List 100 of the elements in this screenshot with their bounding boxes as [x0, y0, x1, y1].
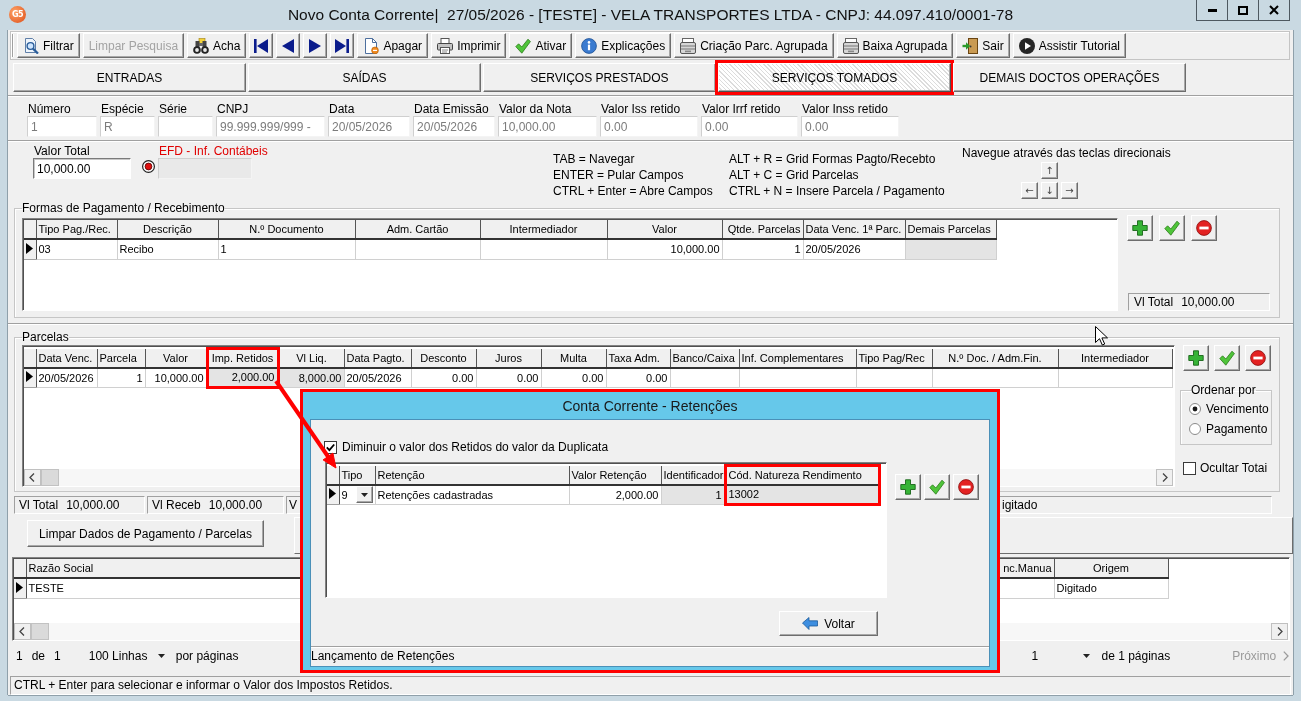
- column-header[interactable]: Valor Retenção: [569, 465, 661, 485]
- column-header[interactable]: Imp. Retidos: [207, 348, 278, 368]
- column-header[interactable]: Razão Social: [28, 562, 94, 574]
- table-cell: 0.00: [411, 367, 476, 388]
- toolbar-button[interactable]: Baixa Agrupada: [836, 33, 954, 58]
- scroll-right-button[interactable]: [1156, 469, 1173, 486]
- nav-button[interactable]: [330, 33, 355, 58]
- scroll-left-button[interactable]: [24, 469, 41, 486]
- arrow-key[interactable]: ↓: [1041, 182, 1058, 199]
- page-size-dropdown[interactable]: 100 Linhas: [88, 648, 165, 663]
- nav-button[interactable]: [249, 33, 274, 58]
- column-header[interactable]: Adm. Cartão: [355, 220, 480, 239]
- table-cell: Recibo: [117, 239, 218, 259]
- column-header[interactable]: Origem: [1054, 559, 1168, 578]
- column-header[interactable]: Valor: [145, 348, 207, 368]
- add-button[interactable]: [1127, 215, 1153, 241]
- column-header[interactable]: N.º Documento: [218, 220, 355, 239]
- add-button[interactable]: [1183, 345, 1209, 371]
- field-label: Valor da Nota: [498, 102, 572, 116]
- dropdown-button[interactable]: [355, 486, 373, 504]
- column-header[interactable]: N.º Doc. / Adm.Fin.: [932, 348, 1058, 368]
- table-cell: 10,000.00: [607, 239, 722, 259]
- column-header[interactable]: Tipo Pag/Rec: [856, 348, 932, 368]
- column-header[interactable]: Data Venc. 1ª Parc.: [803, 220, 905, 239]
- confirm-button[interactable]: [924, 474, 950, 500]
- tab[interactable]: SERVIÇOS TOMADOS: [718, 63, 951, 92]
- page-dropdown[interactable]: 1: [1031, 648, 1091, 663]
- toolbar-button[interactable]: Ativar: [509, 33, 573, 58]
- confirm-button[interactable]: [1159, 215, 1185, 241]
- column-header[interactable]: Intermediador: [1058, 348, 1172, 368]
- arrow-key[interactable]: ↑: [1041, 162, 1058, 179]
- radio-button[interactable]: [1189, 403, 1201, 415]
- close-icon: [1269, 5, 1279, 15]
- table-cell: 1: [722, 239, 803, 259]
- minimize-button[interactable]: [1196, 0, 1228, 21]
- remove-button[interactable]: [1245, 345, 1271, 371]
- column-header[interactable]: Tipo: [339, 465, 375, 485]
- scroll-left-button[interactable]: [14, 623, 31, 640]
- column-header[interactable]: Descrição: [117, 220, 218, 239]
- column-header[interactable]: Juros: [476, 348, 541, 368]
- scrollbar-thumb[interactable]: [41, 469, 59, 486]
- add-button[interactable]: [895, 474, 921, 500]
- column-header[interactable]: Banco/Caixa: [670, 348, 739, 368]
- toolbar-button[interactable]: Acha: [187, 33, 247, 58]
- table-cell: 13002: [725, 484, 879, 505]
- exit-icon: [962, 37, 979, 54]
- toolbar-button[interactable]: Sair: [956, 33, 1010, 58]
- table-cell: 20/05/2026: [36, 367, 97, 388]
- shortcut-text: ALT + R = Grid Formas Pagto/Recebto: [729, 151, 936, 167]
- remove-button[interactable]: [953, 474, 979, 500]
- column-header[interactable]: Inf. Complementares: [739, 348, 856, 368]
- column-header[interactable]: Parcela: [97, 348, 145, 368]
- search-icon: [23, 37, 39, 54]
- column-header[interactable]: Valor: [607, 220, 722, 239]
- tab[interactable]: DEMAIS DOCTOS OPERAÇÕES: [953, 63, 1186, 92]
- table-cell: 03: [36, 239, 117, 259]
- text-field[interactable]: 10,000.00: [33, 158, 131, 179]
- close-button[interactable]: [1258, 0, 1290, 21]
- tab[interactable]: SERVIÇOS PRESTADOS: [483, 63, 716, 92]
- column-header[interactable]: Multa: [541, 348, 606, 368]
- radio-button[interactable]: [1189, 423, 1201, 435]
- arrow-key[interactable]: →: [1061, 182, 1078, 199]
- column-header[interactable]: Identificador: [661, 465, 725, 485]
- column-header[interactable]: Data Venc.: [36, 348, 97, 368]
- plus-icon: [1132, 220, 1148, 236]
- toolbar-button[interactable]: Assistir Tutorial: [1012, 33, 1126, 58]
- printer-icon: [680, 37, 697, 54]
- scrollbar-thumb[interactable]: [31, 623, 49, 640]
- toolbar-button[interactable]: Filtrar: [17, 33, 80, 58]
- column-header[interactable]: Vl Liq.: [278, 348, 344, 368]
- minus-icon: [1196, 220, 1212, 236]
- checkbox[interactable]: [324, 440, 337, 454]
- column-header[interactable]: Data Pagto.: [344, 348, 411, 368]
- nav-button[interactable]: [276, 33, 301, 58]
- field-label: Valor Inss retido: [801, 102, 888, 116]
- clear-button[interactable]: Limpar Dados de Pagamento / Parcelas: [27, 520, 264, 547]
- column-header[interactable]: Intermediador: [480, 220, 607, 239]
- column-header[interactable]: Demais Parcelas: [905, 220, 996, 239]
- toolbar-button[interactable]: Criação Parc. Agrupada: [674, 33, 834, 58]
- confirm-button[interactable]: [1214, 345, 1240, 371]
- checkbox[interactable]: [1183, 461, 1196, 475]
- arrow-key[interactable]: ←: [1021, 182, 1038, 199]
- table-cell: 1: [97, 367, 145, 388]
- shortcut-text: CTRL + Enter = Abre Campos: [553, 183, 713, 199]
- tab[interactable]: ENTRADAS: [13, 63, 246, 92]
- toolbar-button[interactable]: Imprimir: [431, 33, 507, 58]
- column-header[interactable]: Retenção: [375, 465, 569, 485]
- table-cell: 1: [218, 239, 355, 259]
- toolbar-button[interactable]: Apagar: [357, 33, 429, 58]
- column-header[interactable]: Qtde. Parcelas: [722, 220, 803, 239]
- nav-button[interactable]: [303, 33, 328, 58]
- remove-button[interactable]: [1191, 215, 1217, 241]
- scroll-right-button[interactable]: [1271, 623, 1288, 640]
- column-header[interactable]: Cód. Natureza Rendimento: [725, 465, 879, 485]
- column-header[interactable]: Taxa Adm.: [606, 348, 670, 368]
- tab[interactable]: SAÍDAS: [248, 63, 481, 92]
- column-header[interactable]: Desconto: [411, 348, 476, 368]
- toolbar-button[interactable]: Explicações: [575, 33, 672, 58]
- back-button[interactable]: Voltar: [779, 611, 878, 636]
- column-header[interactable]: Tipo Pag./Rec.: [36, 220, 117, 239]
